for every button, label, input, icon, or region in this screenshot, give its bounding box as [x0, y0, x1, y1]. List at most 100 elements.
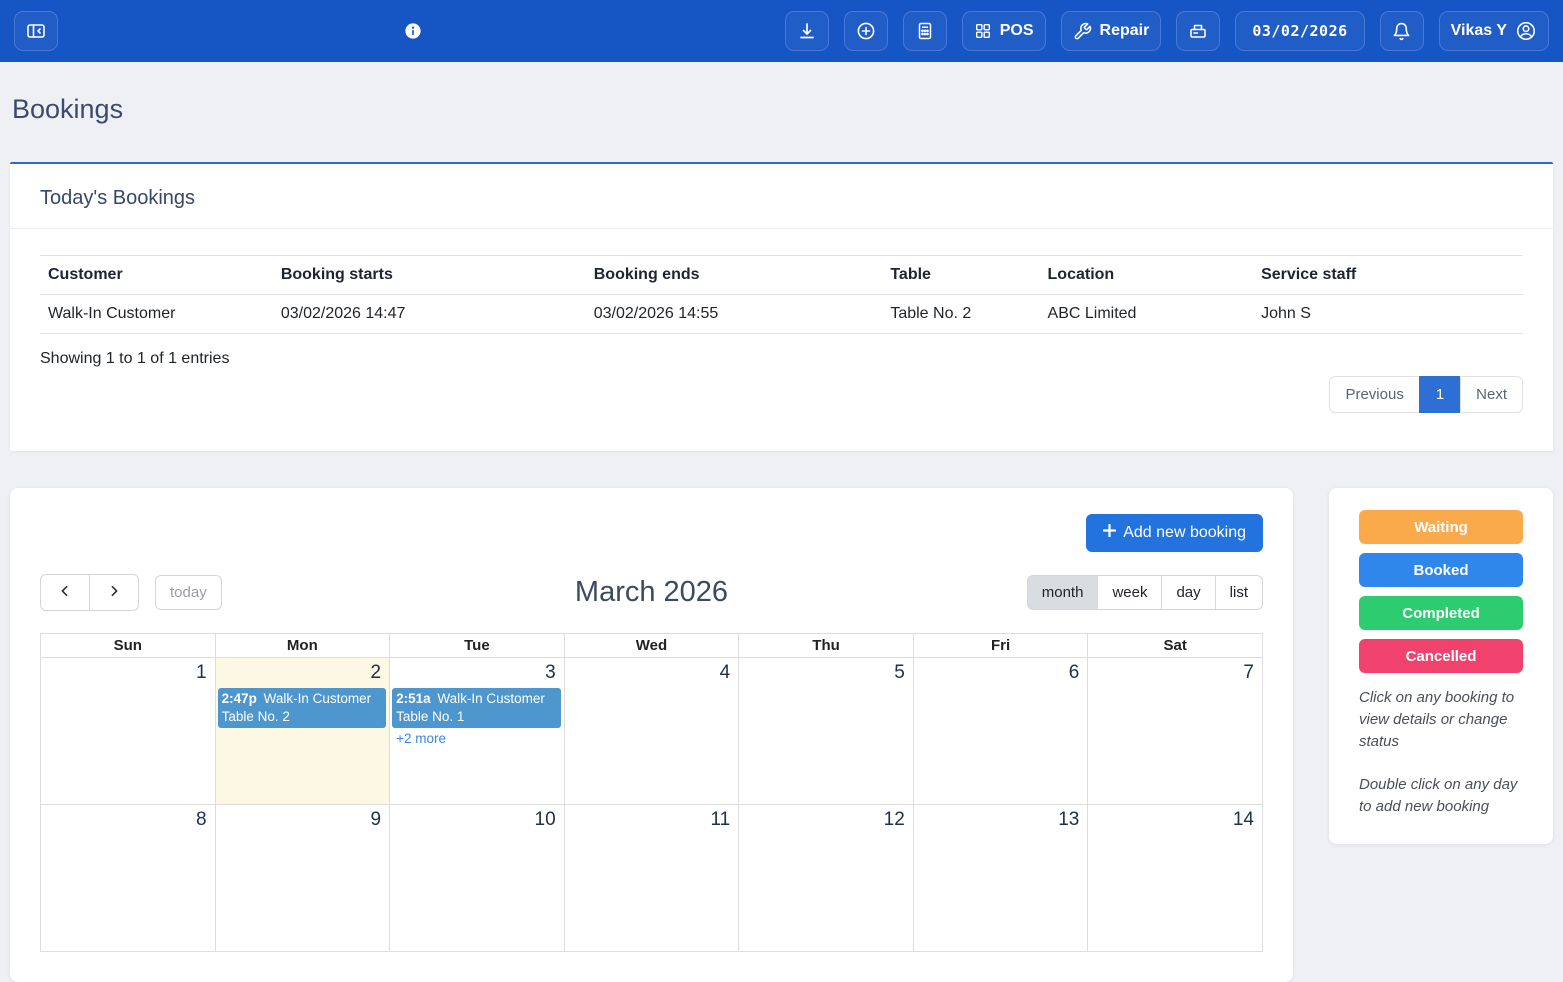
legend-waiting-button[interactable]: Waiting	[1359, 510, 1523, 544]
plus-circle-icon	[856, 21, 876, 41]
navbar-actions: POS Repair 03/02/2026	[785, 11, 1549, 51]
bottom-row: Add new booking March 2026	[10, 488, 1553, 982]
chevron-left-icon	[57, 583, 73, 603]
cash-register-icon	[1188, 21, 1208, 41]
calendar-day-cell[interactable]: 22:47p Walk-In Customer Table No. 2	[215, 658, 390, 805]
add-new-booking-label: Add new booking	[1123, 524, 1246, 542]
calendar-card: Add new booking March 2026	[10, 488, 1293, 982]
calendar-today-button[interactable]: today	[155, 575, 222, 610]
day-number: 10	[390, 805, 564, 834]
page-title: Bookings	[12, 92, 1551, 126]
weekday-header: Wed	[564, 634, 739, 658]
page-number-button[interactable]: 1	[1419, 376, 1461, 413]
user-menu-button[interactable]: Vikas Y	[1439, 11, 1549, 51]
day-number: 11	[565, 805, 739, 834]
calendar-day-cell[interactable]: 32:51a Walk-In Customer Table No. 1 +2 mo…	[390, 658, 565, 805]
calendar-day-cell[interactable]: 7	[1088, 658, 1263, 805]
column-header: Booking ends	[586, 256, 883, 295]
table-cell: John S	[1253, 295, 1523, 334]
entries-summary: Showing 1 to 1 of 1 entries	[40, 350, 1523, 368]
calendar-day-cell[interactable]: 5	[739, 658, 914, 805]
calendar-day-cell[interactable]: 6	[913, 658, 1088, 805]
legend-cancelled-button[interactable]: Cancelled	[1359, 639, 1523, 673]
view-button-day[interactable]: day	[1161, 575, 1215, 610]
view-button-list[interactable]: list	[1215, 575, 1263, 610]
calendar-day-cell[interactable]: 13	[913, 805, 1088, 952]
bell-icon	[1392, 22, 1411, 41]
calculator-button[interactable]	[903, 11, 947, 51]
table-cell: 03/02/2026 14:47	[273, 295, 586, 334]
download-icon	[797, 21, 817, 41]
calendar-next-button[interactable]	[89, 574, 139, 611]
day-number: 5	[739, 658, 913, 687]
column-header: Table	[882, 256, 1039, 295]
event-time: 2:47p	[222, 691, 257, 706]
date-button[interactable]: 03/02/2026	[1235, 11, 1364, 51]
sidebar-toggle-icon	[26, 21, 46, 41]
page-content: Bookings Today's Bookings CustomerBookin…	[0, 92, 1563, 982]
calendar-prev-button[interactable]	[40, 574, 90, 611]
previous-page-button[interactable]: Previous	[1329, 376, 1419, 413]
view-button-week[interactable]: week	[1097, 575, 1162, 610]
booking-event[interactable]: 2:47p Walk-In Customer Table No. 2	[218, 688, 387, 728]
todays-bookings-card: Today's Bookings CustomerBooking startsB…	[10, 162, 1553, 451]
legend-completed-button[interactable]: Completed	[1359, 596, 1523, 630]
calendar-day-cell[interactable]: 12	[739, 805, 914, 952]
table-row: Walk-In Customer03/02/2026 14:4703/02/20…	[40, 295, 1523, 334]
table-cell: Walk-In Customer	[40, 295, 273, 334]
bookings-table-header-row: CustomerBooking startsBooking endsTableL…	[40, 256, 1523, 295]
day-number: 13	[914, 805, 1088, 834]
todays-bookings-header: Today's Bookings	[10, 164, 1553, 229]
notifications-button[interactable]	[1380, 11, 1424, 51]
calendar-day-cell[interactable]: 1	[41, 658, 216, 805]
calendar-day-cell[interactable]: 10	[390, 805, 565, 952]
calendar-nav-group	[40, 574, 139, 611]
calendar-day-cell[interactable]: 11	[564, 805, 739, 952]
column-header: Service staff	[1253, 256, 1523, 295]
day-number: 14	[1088, 805, 1262, 834]
day-number: 3	[390, 658, 564, 687]
sidebar-toggle-button[interactable]	[14, 11, 58, 51]
download-button[interactable]	[785, 11, 829, 51]
pos-button[interactable]: POS	[962, 11, 1046, 51]
weekday-header: Fri	[913, 634, 1088, 658]
calendar-day-cell[interactable]: 4	[564, 658, 739, 805]
info-icon[interactable]	[404, 22, 422, 40]
todays-bookings-body: CustomerBooking startsBooking endsTableL…	[10, 229, 1553, 451]
day-number: 2	[216, 658, 390, 687]
pagination: Previous 1 Next	[40, 376, 1523, 413]
legend-booked-button[interactable]: Booked	[1359, 553, 1523, 587]
table-cell: ABC Limited	[1040, 295, 1254, 334]
more-events-link[interactable]: +2 more	[396, 731, 558, 746]
table-cell: Table No. 2	[882, 295, 1039, 334]
column-header: Customer	[40, 256, 273, 295]
weekday-header: Mon	[215, 634, 390, 658]
booking-event[interactable]: 2:51a Walk-In Customer Table No. 1	[392, 688, 561, 728]
day-number: 7	[1088, 658, 1262, 687]
calendar-day-cell[interactable]: 14	[1088, 805, 1263, 952]
add-new-button[interactable]	[844, 11, 888, 51]
legend-card: WaitingBookedCompletedCancelled Click on…	[1329, 488, 1553, 844]
calculator-icon	[915, 21, 935, 41]
add-booking-row: Add new booking	[40, 514, 1263, 552]
view-button-month[interactable]: month	[1027, 575, 1099, 610]
day-number: 1	[41, 658, 215, 687]
weekday-header: Tue	[390, 634, 565, 658]
bookings-table: CustomerBooking startsBooking endsTableL…	[40, 255, 1523, 334]
user-circle-icon	[1515, 20, 1537, 42]
calendar-day-cell[interactable]: 9	[215, 805, 390, 952]
wrench-icon	[1073, 22, 1092, 41]
cash-register-button[interactable]	[1176, 11, 1220, 51]
grid-icon	[974, 22, 992, 40]
weekday-header: Thu	[739, 634, 914, 658]
add-new-booking-button[interactable]: Add new booking	[1086, 514, 1263, 552]
repair-label: Repair	[1100, 22, 1150, 40]
column-header: Location	[1040, 256, 1254, 295]
calendar-day-cell[interactable]: 8	[41, 805, 216, 952]
day-number: 8	[41, 805, 215, 834]
status-legend: Waiting Booked Completed Cancelled	[1359, 510, 1523, 673]
table-cell: 03/02/2026 14:55	[586, 295, 883, 334]
next-page-button[interactable]: Next	[1460, 376, 1523, 413]
legend-note-double-click: Double click on any day to add new booki…	[1359, 774, 1523, 818]
repair-button[interactable]: Repair	[1061, 11, 1162, 51]
